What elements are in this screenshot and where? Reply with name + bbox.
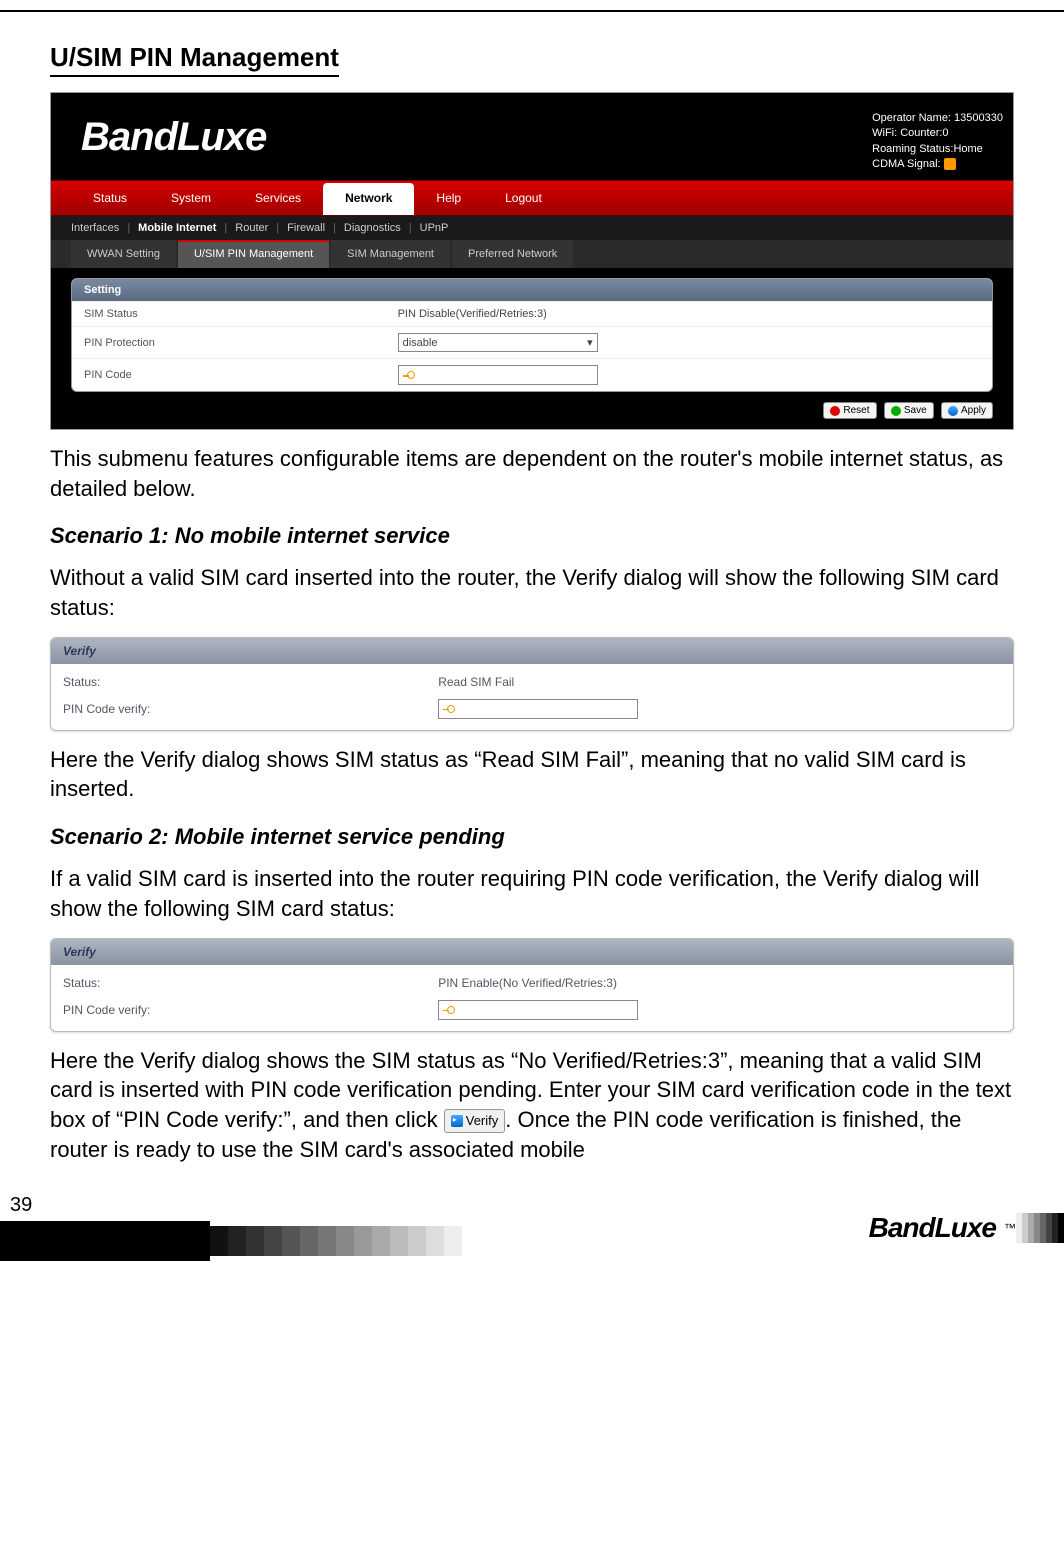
- verify-icon: [451, 1115, 463, 1127]
- signal-icon: [944, 158, 956, 170]
- subtab-mobile-internet[interactable]: Mobile Internet: [138, 222, 216, 234]
- verify2-pin-input[interactable]: [438, 1000, 638, 1020]
- pill-usim-pin[interactable]: U/SIM PIN Management: [178, 240, 329, 268]
- verify1-status-label: Status:: [63, 675, 438, 689]
- chevron-down-icon: ▾: [587, 336, 593, 349]
- verify-panel-1: Verify Status: Read SIM Fail PIN Code ve…: [50, 637, 1014, 731]
- key-icon: [443, 1004, 455, 1016]
- cdma-signal-label: CDMA Signal:: [872, 158, 940, 170]
- sim-status-value: PIN Disable(Verified/Retries:3): [398, 308, 980, 320]
- scenario2-text: If a valid SIM card is inserted into the…: [50, 864, 1014, 923]
- verify2-status-label: Status:: [63, 976, 438, 990]
- reset-icon: [830, 406, 840, 416]
- sub-sub-nav: WWAN Setting U/SIM PIN Management SIM Ma…: [51, 240, 1013, 268]
- pin-protection-value: disable: [403, 337, 438, 349]
- scenario1-text: Without a valid SIM card inserted into t…: [50, 563, 1014, 622]
- tab-services[interactable]: Services: [233, 181, 323, 215]
- verify1-pin-input[interactable]: [438, 699, 638, 719]
- footer-end-gradient: [1016, 1213, 1064, 1243]
- page-number: 39: [0, 1194, 462, 1217]
- apply-icon: [948, 406, 958, 416]
- subtab-firewall[interactable]: Firewall: [287, 222, 325, 234]
- scenario2-after: Here the Verify dialog shows the SIM sta…: [50, 1046, 1014, 1165]
- verify-button-inline[interactable]: Verify: [444, 1109, 506, 1133]
- tab-help[interactable]: Help: [414, 181, 483, 215]
- verify1-status-value: Read SIM Fail: [438, 675, 1001, 689]
- verify1-pin-label: PIN Code verify:: [63, 702, 438, 716]
- scenario1-after: Here the Verify dialog shows SIM status …: [50, 745, 1014, 804]
- key-icon: [403, 369, 415, 381]
- footer-black-block: [0, 1221, 210, 1261]
- operator-name: Operator Name: 13500330: [872, 111, 1003, 126]
- tab-status[interactable]: Status: [71, 181, 149, 215]
- pill-preferred-network[interactable]: Preferred Network: [452, 240, 573, 268]
- scenario2-heading: Scenario 2: Mobile internet service pend…: [50, 824, 1014, 850]
- footer-gradient: [210, 1226, 462, 1256]
- tab-network[interactable]: Network: [323, 183, 414, 215]
- reset-button[interactable]: Reset: [823, 402, 876, 419]
- save-icon: [891, 406, 901, 416]
- subtab-router[interactable]: Router: [235, 222, 268, 234]
- sub-nav: Interfaces| Mobile Internet| Router| Fir…: [51, 216, 1013, 240]
- intro-paragraph: This submenu features configurable items…: [50, 444, 1014, 503]
- tab-logout[interactable]: Logout: [483, 181, 564, 215]
- verify2-pin-label: PIN Code verify:: [63, 1003, 438, 1017]
- pill-sim-management[interactable]: SIM Management: [331, 240, 450, 268]
- status-block: Operator Name: 13500330 WiFi: Counter:0 …: [872, 105, 1003, 173]
- sim-status-label: SIM Status: [84, 308, 398, 320]
- setting-panel: Setting SIM Status PIN Disable(Verified/…: [71, 278, 993, 392]
- panel-title: Setting: [72, 279, 992, 301]
- verify2-status-value: PIN Enable(No Verified/Retries:3): [438, 976, 1001, 990]
- pin-protection-label: PIN Protection: [84, 337, 398, 349]
- pill-wwan-setting[interactable]: WWAN Setting: [71, 240, 176, 268]
- apply-button[interactable]: Apply: [941, 402, 993, 419]
- main-nav: Status System Services Network Help Logo…: [51, 180, 1013, 216]
- trademark-symbol: ™: [1004, 1221, 1016, 1235]
- subtab-interfaces[interactable]: Interfaces: [71, 222, 119, 234]
- page-footer: 39 BandLuxe ™: [0, 1194, 1064, 1261]
- pin-protection-select[interactable]: disable ▾: [398, 333, 598, 352]
- save-button[interactable]: Save: [884, 402, 934, 419]
- brand-logo: BandLuxe: [71, 105, 266, 180]
- verify-panel-2: Verify Status: PIN Enable(No Verified/Re…: [50, 938, 1014, 1032]
- section-title: U/SIM PIN Management: [50, 42, 339, 77]
- wifi-counter: WiFi: Counter:0: [872, 126, 1003, 141]
- tab-system[interactable]: System: [149, 181, 233, 215]
- router-screenshot: BandLuxe Operator Name: 13500330 WiFi: C…: [50, 92, 1014, 430]
- pin-code-label: PIN Code: [84, 369, 398, 381]
- roaming-status: Roaming Status:Home: [872, 142, 1003, 157]
- key-icon: [443, 703, 455, 715]
- subtab-diagnostics[interactable]: Diagnostics: [344, 222, 401, 234]
- subtab-upnp[interactable]: UPnP: [420, 222, 449, 234]
- scenario1-heading: Scenario 1: No mobile internet service: [50, 523, 1014, 549]
- verify2-title: Verify: [51, 939, 1013, 965]
- footer-brand: BandLuxe: [869, 1212, 996, 1244]
- pin-code-input[interactable]: [398, 365, 598, 385]
- verify1-title: Verify: [51, 638, 1013, 664]
